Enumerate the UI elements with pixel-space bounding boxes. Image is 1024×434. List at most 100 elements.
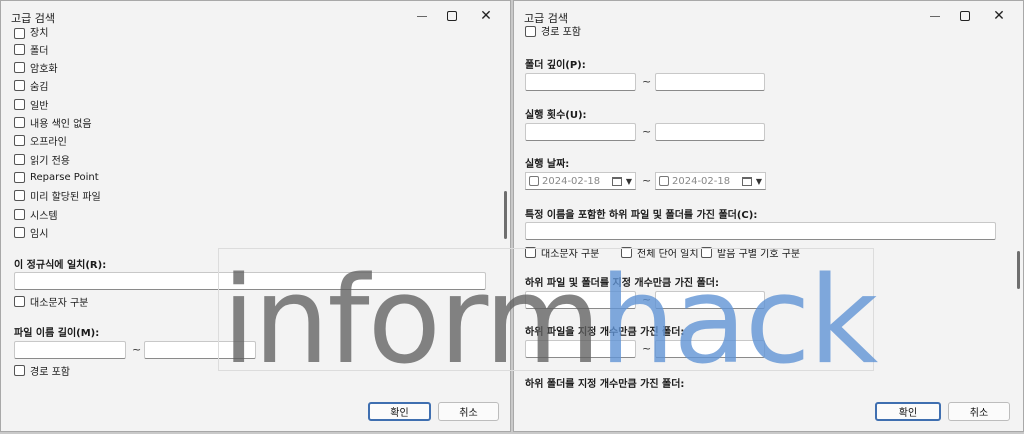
minimize-button[interactable] xyxy=(408,6,436,26)
calendar-icon xyxy=(742,177,752,186)
run-date-from-picker[interactable]: 2024-02-18 ▼ xyxy=(525,172,636,190)
close-button[interactable]: ✕ xyxy=(985,6,1013,26)
checkbox-box xyxy=(14,43,25,55)
count-files-folders-from-input[interactable] xyxy=(525,291,636,309)
run-count-from-input[interactable] xyxy=(525,123,636,141)
minimize-button[interactable] xyxy=(921,6,949,26)
date-value: 2024-02-18 xyxy=(672,175,731,187)
checkbox-box xyxy=(525,26,536,37)
diacritics-checkbox[interactable]: 발음 구별 기호 구분 xyxy=(701,244,800,260)
checkbox-label: 암호화 xyxy=(30,64,58,76)
advanced-search-window-right: 고급 검색 ✕ 경로 포함 폴더 깊이(P): ~ 실행 횟수(U): ~ 실행… xyxy=(513,0,1024,432)
checkbox-box xyxy=(14,135,25,147)
scrollbar-thumb[interactable] xyxy=(504,191,507,239)
watermark-guide-line xyxy=(873,248,874,370)
range-tilde: ~ xyxy=(642,342,652,355)
range-tilde: ~ xyxy=(642,174,652,187)
date-enable-checkbox[interactable] xyxy=(659,176,669,186)
close-icon: ✕ xyxy=(993,8,1005,24)
checkbox-label: 장치 xyxy=(30,28,49,39)
attribute-checkbox[interactable]: 임시 xyxy=(14,224,48,240)
checkbox-box xyxy=(14,117,25,128)
scrollbar-thumb[interactable] xyxy=(1017,251,1020,289)
checkbox-box xyxy=(14,295,25,307)
checkbox-box xyxy=(14,208,25,220)
include-path-checkbox[interactable]: 경로 포함 xyxy=(14,362,70,378)
case-sensitive-checkbox[interactable]: 대소문자 구분 xyxy=(14,293,88,309)
checkbox-label: 임시 xyxy=(30,228,49,240)
subfolder-name-label: 특정 이름을 포함한 하위 파일 및 폴더를 가진 폴더(C): xyxy=(525,210,758,221)
ok-button[interactable]: 확인 xyxy=(875,402,941,421)
attribute-checkbox[interactable]: 내용 색인 없음 xyxy=(14,115,92,131)
attribute-checkbox[interactable]: 오프라인 xyxy=(14,133,67,149)
checkbox-label: 숨김 xyxy=(30,82,49,94)
range-tilde: ~ xyxy=(642,125,652,138)
attribute-checkbox[interactable]: 암호화 xyxy=(14,60,58,76)
watermark-guide-line xyxy=(218,370,874,371)
maximize-button[interactable] xyxy=(951,6,979,26)
checkbox-label: 시스템 xyxy=(30,210,58,222)
attribute-checkbox[interactable]: 장치 xyxy=(14,27,48,39)
filename-length-to-input[interactable] xyxy=(144,341,256,359)
checkbox-label: 폴더 xyxy=(30,45,49,57)
count-folders-label: 하위 폴더를 지정 개수만큼 가진 폴더: xyxy=(525,379,685,390)
count-files-from-input[interactable] xyxy=(525,340,636,358)
count-files-folders-to-input[interactable] xyxy=(655,291,765,309)
watermark-guide-line xyxy=(218,248,219,370)
window-title: 고급 검색 xyxy=(11,12,55,25)
case-sensitive-checkbox[interactable]: 대소문자 구분 xyxy=(525,244,599,260)
close-icon: ✕ xyxy=(480,8,492,24)
whole-word-checkbox[interactable]: 전체 단어 일치 xyxy=(621,244,699,260)
folder-depth-to-input[interactable] xyxy=(655,73,765,91)
attribute-checkbox[interactable]: 미리 할당된 파일 xyxy=(14,188,101,204)
range-tilde: ~ xyxy=(132,343,142,356)
checkbox-label: 내용 색인 없음 xyxy=(30,119,92,130)
checkbox-label: 읽기 전용 xyxy=(30,155,70,167)
checkbox-box xyxy=(14,153,25,165)
filename-length-from-input[interactable] xyxy=(14,341,126,359)
checkbox-label: 대소문자 구분 xyxy=(541,248,600,260)
attribute-checkbox[interactable]: 읽기 전용 xyxy=(14,151,70,167)
ok-button[interactable]: 확인 xyxy=(368,402,431,421)
checkbox-label: 대소문자 구분 xyxy=(30,297,89,309)
watermark-guide-line xyxy=(218,248,874,249)
include-path-checkbox[interactable]: 경로 포함 xyxy=(525,26,581,38)
title-bar: 고급 검색 ✕ xyxy=(1,1,510,31)
run-count-to-input[interactable] xyxy=(655,123,765,141)
checkbox-label: 경로 포함 xyxy=(541,27,581,38)
folder-depth-from-input[interactable] xyxy=(525,73,636,91)
checkbox-label: Reparse Point xyxy=(30,171,99,183)
title-bar: 고급 검색 ✕ xyxy=(514,1,1023,31)
maximize-icon xyxy=(447,11,457,21)
checkbox-label: 전체 단어 일치 xyxy=(637,248,699,260)
close-button[interactable]: ✕ xyxy=(472,6,500,26)
checkbox-box xyxy=(14,190,25,202)
run-date-to-picker[interactable]: 2024-02-18 ▼ xyxy=(655,172,766,190)
attribute-checkbox[interactable]: 일반 xyxy=(14,96,48,112)
minimize-icon xyxy=(417,15,427,17)
count-files-to-input[interactable] xyxy=(655,340,765,358)
checkbox-box xyxy=(14,62,25,74)
advanced-search-window-left: 고급 검색 ✕ 장치폴더암호화숨김일반내용 색인 없음오프라인읽기 전용 Repa… xyxy=(0,0,511,432)
cancel-button[interactable]: 취소 xyxy=(438,402,499,421)
subfolder-name-input[interactable] xyxy=(525,222,996,240)
date-enable-checkbox[interactable] xyxy=(529,176,539,186)
attribute-checkbox[interactable]: 폴더 xyxy=(14,41,48,57)
cancel-button[interactable]: 취소 xyxy=(948,402,1010,421)
minimize-icon xyxy=(930,15,940,17)
checkbox-label: 발음 구별 기호 구분 xyxy=(717,248,801,260)
dropdown-arrow-icon: ▼ xyxy=(625,177,632,186)
attribute-checkbox[interactable]: 숨김 xyxy=(14,78,48,94)
attribute-checkbox[interactable]: Reparse Point xyxy=(14,169,99,185)
regex-input[interactable] xyxy=(14,272,486,290)
folder-depth-label: 폴더 깊이(P): xyxy=(525,60,586,71)
calendar-icon xyxy=(612,177,622,186)
range-tilde: ~ xyxy=(642,293,652,306)
count-files-folders-label: 하위 파일 및 폴더를 지정 개수만큼 가진 폴더: xyxy=(525,278,719,289)
maximize-button[interactable] xyxy=(438,6,466,26)
attribute-checkbox[interactable]: 시스템 xyxy=(14,206,58,222)
date-value: 2024-02-18 xyxy=(542,175,601,187)
checkbox-box xyxy=(14,80,25,92)
window-title: 고급 검색 xyxy=(524,12,568,25)
checkbox-box xyxy=(14,28,25,39)
